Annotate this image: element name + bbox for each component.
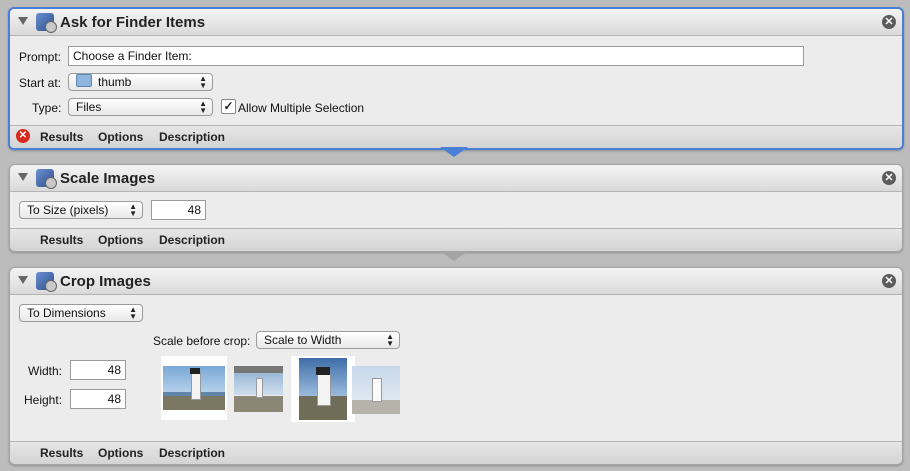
- scale-before-crop-label: Scale before crop:: [153, 334, 251, 348]
- scale-mode-value: To Size (pixels): [27, 203, 109, 217]
- preview-final-image: [352, 366, 400, 414]
- scale-before-crop-popup[interactable]: Scale to Width ▲ ▼: [256, 331, 400, 349]
- start-at-popup[interactable]: thumb ▲ ▼: [68, 73, 213, 91]
- popup-arrows-icon: ▲ ▼: [199, 74, 207, 90]
- close-icon[interactable]: ✕: [882, 171, 896, 185]
- action-title: Scale Images: [60, 170, 156, 187]
- crop-mode-popup[interactable]: To Dimensions ▲ ▼: [19, 304, 143, 322]
- action-footer: ✕ Results Options Description: [10, 125, 902, 148]
- popup-arrows-icon: ▲ ▼: [386, 332, 394, 348]
- type-value: Files: [76, 100, 102, 114]
- popup-arrows-icon: ▲ ▼: [129, 202, 137, 218]
- action-ask-for-finder-items[interactable]: Ask for Finder Items ✕ Prompt: Choose a …: [8, 7, 904, 150]
- action-scale-images[interactable]: Scale Images ✕ To Size (pixels) ▲ ▼ 48 Re…: [9, 164, 903, 252]
- preview-action-icon: [36, 169, 57, 189]
- preview-action-icon: [36, 272, 57, 292]
- finder-action-icon: [36, 13, 57, 33]
- scale-before-crop-value: Scale to Width: [264, 333, 342, 347]
- prompt-field[interactable]: Choose a Finder Item:: [68, 46, 804, 66]
- type-label: Type:: [32, 101, 62, 115]
- width-field[interactable]: 48: [70, 360, 126, 380]
- results-tab[interactable]: Results: [40, 446, 83, 460]
- start-at-value: thumb: [98, 75, 132, 89]
- close-icon[interactable]: ✕: [882, 15, 896, 29]
- disclosure-triangle-icon[interactable]: [18, 276, 28, 284]
- preview-scaled-image: [234, 366, 283, 412]
- type-popup[interactable]: Files ▲ ▼: [68, 98, 213, 116]
- preview-original-image: [161, 356, 227, 420]
- action-connector: [440, 147, 468, 157]
- crop-mode-value: To Dimensions: [27, 306, 106, 320]
- error-icon[interactable]: ✕: [16, 129, 30, 143]
- scale-size-field[interactable]: 48: [151, 200, 206, 220]
- action-crop-images[interactable]: Crop Images ✕ To Dimensions ▲ ▼ Scale bef…: [9, 267, 903, 465]
- scale-mode-popup[interactable]: To Size (pixels) ▲ ▼: [19, 201, 143, 219]
- height-field[interactable]: 48: [70, 389, 126, 409]
- results-tab[interactable]: Results: [40, 233, 83, 247]
- action-connector: [440, 251, 468, 261]
- description-tab[interactable]: Description: [159, 130, 225, 144]
- action-header[interactable]: Crop Images ✕: [10, 268, 902, 295]
- options-tab[interactable]: Options: [98, 130, 143, 144]
- options-tab[interactable]: Options: [98, 446, 143, 460]
- popup-arrows-icon: ▲ ▼: [199, 99, 207, 115]
- description-tab[interactable]: Description: [159, 233, 225, 247]
- folder-icon: [76, 74, 92, 87]
- action-footer: Results Options Description: [10, 441, 902, 464]
- start-at-label: Start at:: [19, 76, 62, 90]
- width-label: Width:: [28, 364, 63, 378]
- action-footer: Results Options Description: [10, 228, 902, 251]
- preview-cropped-image: [291, 356, 355, 422]
- allow-multiple-checkbox[interactable]: ✓: [221, 99, 236, 114]
- options-tab[interactable]: Options: [98, 233, 143, 247]
- action-header[interactable]: Ask for Finder Items ✕: [10, 9, 902, 36]
- disclosure-triangle-icon[interactable]: [18, 173, 28, 181]
- popup-arrows-icon: ▲ ▼: [129, 305, 137, 321]
- disclosure-triangle-icon[interactable]: [18, 17, 28, 25]
- allow-multiple-label[interactable]: Allow Multiple Selection: [238, 101, 364, 115]
- results-tab[interactable]: Results: [40, 130, 83, 144]
- height-label: Height:: [24, 393, 63, 407]
- close-icon[interactable]: ✕: [882, 274, 896, 288]
- action-header[interactable]: Scale Images ✕: [10, 165, 902, 192]
- prompt-label: Prompt:: [19, 50, 62, 64]
- action-title: Crop Images: [60, 273, 151, 290]
- action-title: Ask for Finder Items: [60, 14, 206, 31]
- description-tab[interactable]: Description: [159, 446, 225, 460]
